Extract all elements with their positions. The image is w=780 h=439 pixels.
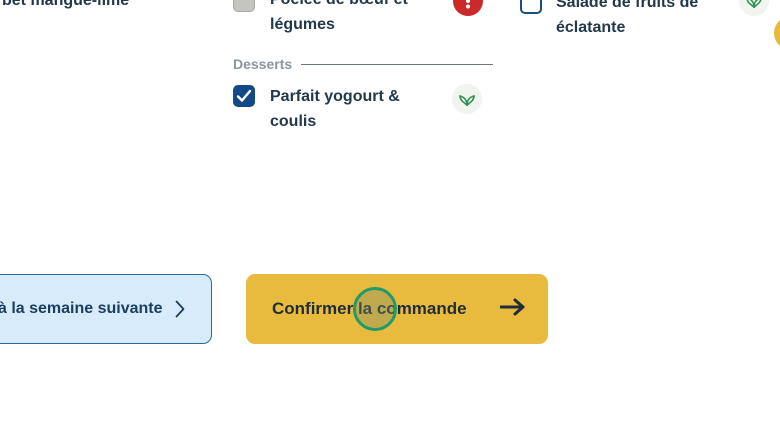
leaf-icon [739, 0, 769, 16]
chevron-right-icon [175, 300, 185, 318]
menu-item-checkbox[interactable] [233, 0, 255, 12]
next-week-button[interactable]: à la semaine suivante [0, 274, 212, 344]
confirm-order-label: Confirmer la commande [272, 299, 467, 318]
menu-item-checkbox[interactable] [520, 0, 542, 14]
alert-icon [453, 0, 483, 16]
menu-item-label: orbet mangue-lime [0, 0, 130, 9]
status-badge [774, 16, 780, 50]
menu-item-label: Parfait yogourt & coulis [270, 88, 400, 130]
confirm-order-button[interactable]: Confirmer la commande [246, 274, 548, 344]
checkmark-icon [236, 89, 252, 102]
section-divider [301, 64, 493, 65]
leaf-icon [452, 84, 482, 114]
arrow-right-icon [499, 298, 526, 321]
next-week-label: à la semaine suivante [0, 300, 163, 317]
section-title-desserts: Desserts [233, 56, 293, 72]
exclamation-icon [466, 0, 470, 9]
menu-item-checkbox[interactable] [233, 85, 255, 107]
menu-item-label: Salade de fruits de éclatante [556, 0, 699, 36]
menu-item-label: Poêlée de bœuf et légumes [270, 0, 408, 33]
